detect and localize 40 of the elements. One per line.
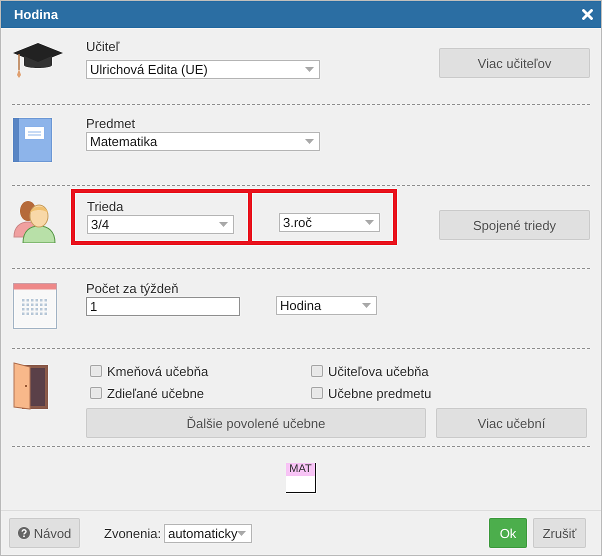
bells-label: Zvonenia: [104,526,162,540]
caret-icon [219,222,228,227]
count-input[interactable]: 1 [86,297,240,316]
calendar-icon [13,283,57,329]
field-label: Počet za týždeň [86,281,180,296]
checkbox[interactable] [311,387,323,399]
room-checkbox[interactable]: Učebne predmetu [311,382,590,404]
caret-icon [237,530,246,536]
caret-icon [305,67,314,72]
bells-dropdown[interactable]: automaticky [164,524,252,542]
checkbox[interactable] [311,365,323,377]
help-button[interactable]: Návod [9,518,80,548]
cancel-button[interactable]: Zrušiť [533,518,586,548]
checkbox[interactable] [90,387,102,399]
joined-classes-button[interactable]: Spojené triedy [439,210,590,240]
checkbox[interactable] [90,365,102,377]
book-icon [13,118,52,162]
door-icon [13,362,49,410]
caret-icon [365,220,374,225]
caret-icon [305,139,314,144]
lesson-card[interactable]: MAT [286,463,316,493]
more-rooms-button[interactable]: Viac učební [436,408,587,438]
room-checkbox[interactable]: Zdieľané učebne [90,382,311,404]
unit-dropdown[interactable]: Hodina [276,296,377,315]
allowed-rooms-button[interactable]: Ďalšie povolené učebne [86,408,426,438]
grade-dropdown[interactable]: 3.roč [279,213,380,232]
caret-icon [362,303,371,308]
graduation-cap-icon [13,43,63,78]
room-checkbox[interactable]: Učiteľova učebňa [311,360,590,382]
close-icon[interactable] [582,9,593,20]
field-label: Trieda [87,199,124,214]
class-dropdown[interactable]: 3/4 [87,215,234,234]
more-teachers-button[interactable]: Viac učiteľov [439,48,590,78]
window-title: Hodina [14,7,58,22]
help-icon [18,527,30,539]
field-label: Predmet [86,116,136,131]
room-checkbox[interactable]: Kmeňová učebňa [90,360,311,382]
teacher-dropdown[interactable]: Ulrichová Edita (UE) [86,60,320,79]
field-label: Učiteľ [86,39,120,54]
subject-dropdown[interactable]: Matematika [86,132,320,151]
